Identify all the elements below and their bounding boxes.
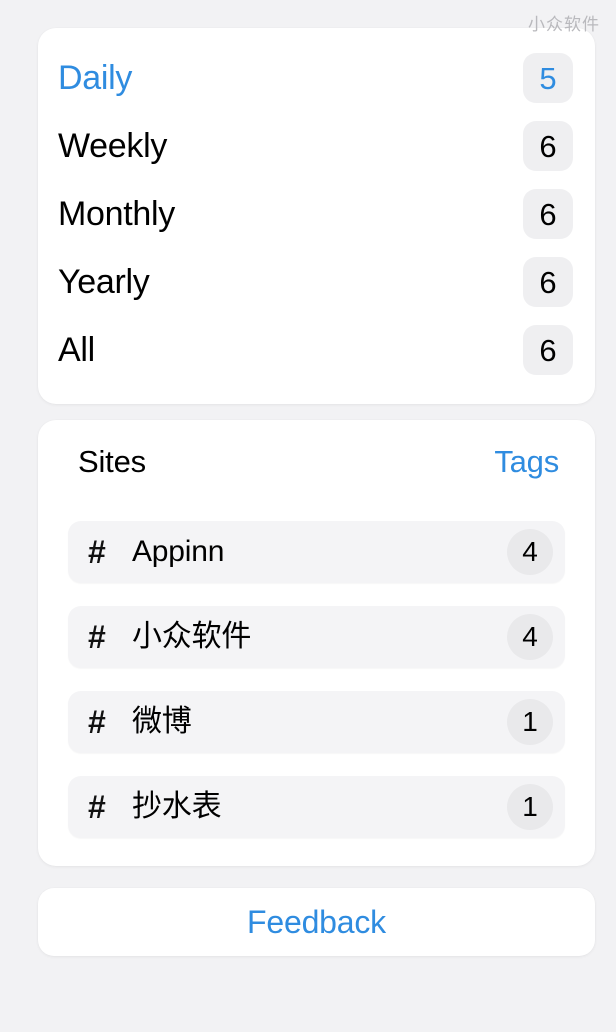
period-label: Yearly <box>58 263 150 301</box>
period-count-badge: 6 <box>523 189 573 239</box>
tag-row-weibo[interactable]: # 微博 1 <box>68 691 565 753</box>
page-container: Daily 5 Weekly 6 Monthly 6 Yearly 6 All … <box>0 0 616 1032</box>
hash-icon: # <box>88 619 106 655</box>
period-count-badge: 6 <box>523 121 573 171</box>
tag-count-badge: 1 <box>507 699 553 745</box>
period-count-badge: 6 <box>523 257 573 307</box>
period-label: Daily <box>58 59 133 97</box>
sites-tags-card: Sites Tags # Appinn 4 # 小众软件 4 # 微博 1 # … <box>38 420 595 866</box>
feedback-button[interactable]: Feedback <box>38 888 595 956</box>
watermark: 小众软件 <box>528 15 600 34</box>
tag-name: 小众软件 <box>132 620 252 653</box>
period-row-daily[interactable]: Daily 5 <box>38 44 595 112</box>
tag-count-badge: 4 <box>507 529 553 575</box>
period-count-badge: 6 <box>523 325 573 375</box>
tag-name: Appinn <box>132 535 225 568</box>
period-filter-card: Daily 5 Weekly 6 Monthly 6 Yearly 6 All … <box>38 28 595 404</box>
tag-name: 微博 <box>132 705 192 738</box>
feedback-button-label: Feedback <box>247 904 386 940</box>
period-row-all[interactable]: All 6 <box>38 316 595 384</box>
period-row-yearly[interactable]: Yearly 6 <box>38 248 595 316</box>
tag-row-xiaozhongruanjian[interactable]: # 小众软件 4 <box>68 606 565 668</box>
tag-name: 抄水表 <box>132 790 222 823</box>
segment-control: Sites Tags <box>38 446 595 477</box>
period-count-badge: 5 <box>523 53 573 103</box>
tag-count-badge: 4 <box>507 614 553 660</box>
hash-icon: # <box>88 789 106 825</box>
period-label: All <box>58 331 95 369</box>
tag-row-appinn[interactable]: # Appinn 4 <box>68 521 565 583</box>
hash-icon: # <box>88 704 106 740</box>
period-row-monthly[interactable]: Monthly 6 <box>38 180 595 248</box>
tag-count-badge: 1 <box>507 784 553 830</box>
period-row-weekly[interactable]: Weekly 6 <box>38 112 595 180</box>
tag-row-chaoshuibiao[interactable]: # 抄水表 1 <box>68 776 565 838</box>
hash-icon: # <box>88 534 106 570</box>
period-label: Weekly <box>58 127 168 165</box>
period-label: Monthly <box>58 195 175 233</box>
tab-tags[interactable]: Tags <box>494 446 559 477</box>
tab-sites[interactable]: Sites <box>78 446 146 477</box>
tag-list: # Appinn 4 # 小众软件 4 # 微博 1 # 抄水表 1 <box>38 521 595 838</box>
